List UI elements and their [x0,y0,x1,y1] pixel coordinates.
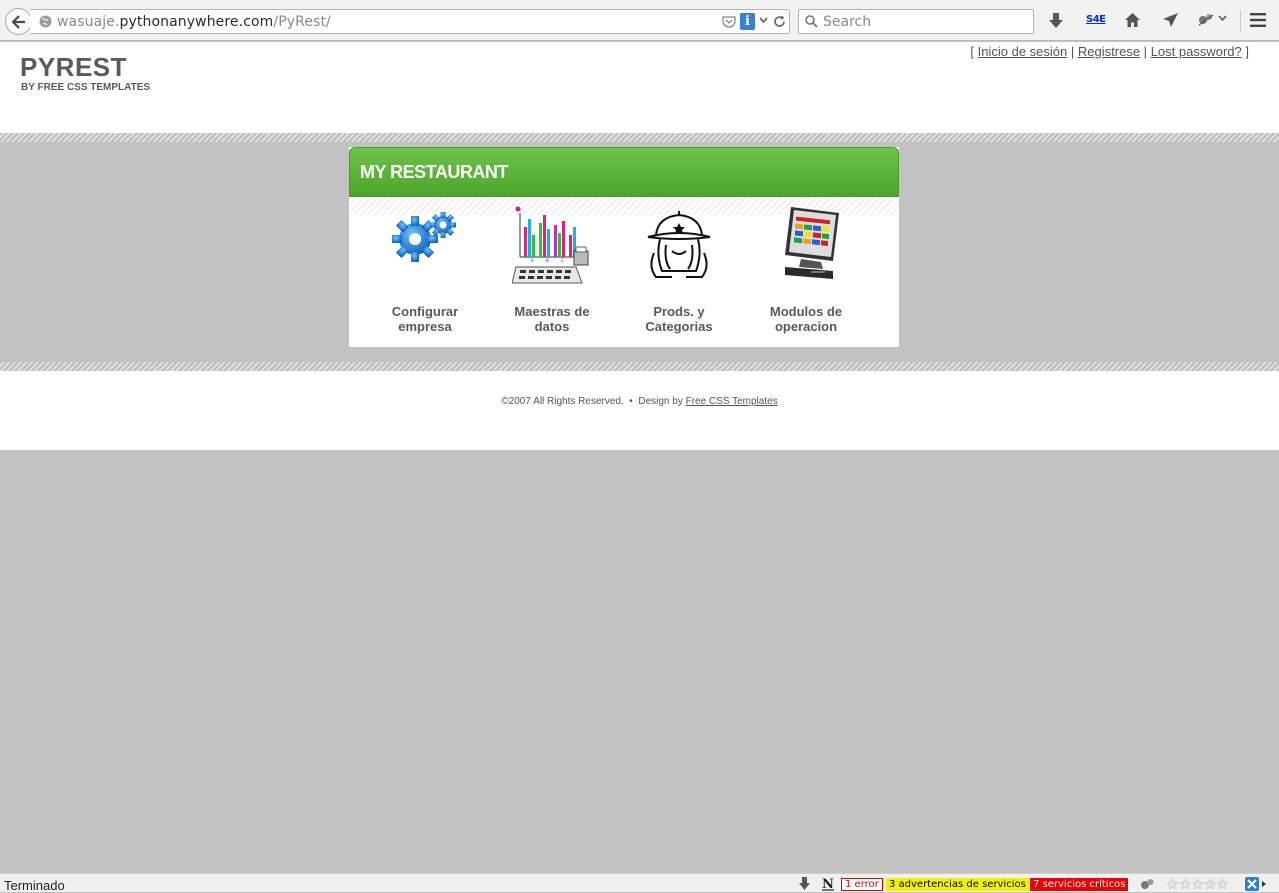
hamburger-menu-icon[interactable] [1250,13,1266,27]
register-link[interactable]: Registrese [1078,44,1140,59]
search-icon [805,15,818,28]
svg-text:B: B [546,258,549,263]
download-icon[interactable] [798,877,811,891]
pocket-icon[interactable] [722,15,736,29]
gears-icon[interactable] [390,205,460,285]
menu-label[interactable]: Modulos de operacion [751,304,861,334]
lost-password-link[interactable]: Lost password? [1151,44,1242,59]
menu-label-line: Maestras de [514,304,590,319]
extension-icon[interactable] [1197,12,1215,27]
decorative-stripe [0,133,1279,142]
back-arrow-icon [12,15,25,29]
chevron-down-icon[interactable] [1218,15,1227,22]
menu-label-line: Configurar [391,304,459,319]
panel-header: MY RESTAURANT [349,147,899,197]
chevron-right-icon[interactable] [1261,880,1267,888]
chef-icon[interactable] [644,205,714,285]
url-host: pythonanywhere.com [119,14,274,30]
footer-copyright: ©2007 All Rights Reserved. • Design by F… [0,396,1279,407]
menu-label-line: operacion [774,319,838,334]
svg-text:N: N [822,877,834,891]
account-links: [ Inicio de sesión | Registrese | Lost p… [970,44,1249,59]
pos-terminal-icon[interactable] [771,205,841,285]
status-bar: Terminado N 1 error 3 advertencias de se… [0,873,1279,893]
status-text: Terminado [4,878,65,893]
link-separator: | [1143,44,1148,59]
svg-text:A: A [531,258,534,263]
restaurant-panel: MY RESTAURANT Configurar empresa A B C M… [349,147,899,347]
browser-toolbar: wasuaje.pythonanywhere.com/PyRest/ i Sea… [0,0,1279,41]
back-button[interactable] [5,8,32,35]
url-bar[interactable]: wasuaje.pythonanywhere.com/PyRest/ i [30,9,790,34]
search-bar[interactable]: Search [798,9,1034,34]
chevron-down-icon[interactable] [759,17,768,24]
menu-label-line: Modulos de [769,304,843,319]
bracket-close: ] [1245,44,1249,59]
url-text: wasuaje.pythonanywhere.com/PyRest/ [57,14,331,30]
addon-x-icon[interactable] [1245,877,1259,891]
login-link[interactable]: Inicio de sesión [978,44,1068,59]
menu-label-line: Prods. y [653,304,705,319]
rating-stars-icon[interactable]: ☆☆☆☆☆ [1166,877,1229,892]
link-separator: | [1070,44,1075,59]
chart-calculator-icon[interactable]: A B C [512,205,592,285]
svg-text:C: C [561,258,564,263]
decorative-stripe [0,362,1279,371]
menu-label[interactable]: Prods. y Categorias [624,304,734,334]
site-info-icon[interactable]: i [740,13,755,30]
menu-label[interactable]: Maestras de datos [497,304,607,334]
s4e-icon[interactable]: S4E [1086,14,1106,25]
url-path: /PyRest/ [273,14,331,30]
globe-icon [39,15,52,28]
panel-title: MY RESTAURANT [360,162,508,182]
menu-label-line: datos [534,319,570,334]
reload-icon[interactable] [773,15,786,28]
footer-design-link[interactable]: Free CSS Templates [686,396,778,407]
home-icon[interactable] [1124,12,1141,28]
site-title[interactable]: PYREST [20,52,127,83]
menu-label[interactable]: Configurar empresa [370,304,480,334]
site-subtitle: BY FREE CSS TEMPLATES [21,82,151,93]
bracket-open: [ [970,44,975,59]
noscript-icon[interactable]: N [822,877,834,891]
page-footer: ©2007 All Rights Reserved. • Design by F… [0,371,1279,450]
extension-icon[interactable] [1140,877,1155,891]
footer-text: ©2007 All Rights Reserved. • Design by [501,396,686,407]
url-prefix: wasuaje. [57,14,120,30]
critical-badge[interactable]: 7 servicios críticos [1030,878,1129,891]
warnings-badge[interactable]: 3 advertencias de servicios [886,878,1029,891]
download-icon[interactable] [1048,12,1064,29]
menu-label-line: Categorias [645,319,713,334]
toolbar-separator [1240,11,1241,31]
search-input[interactable]: Search [823,14,871,30]
error-badge[interactable]: 1 error [841,878,883,891]
page-header: PYREST BY FREE CSS TEMPLATES [ Inicio de… [0,42,1279,133]
menu-label-line: empresa [398,319,452,334]
send-icon[interactable] [1162,12,1179,28]
